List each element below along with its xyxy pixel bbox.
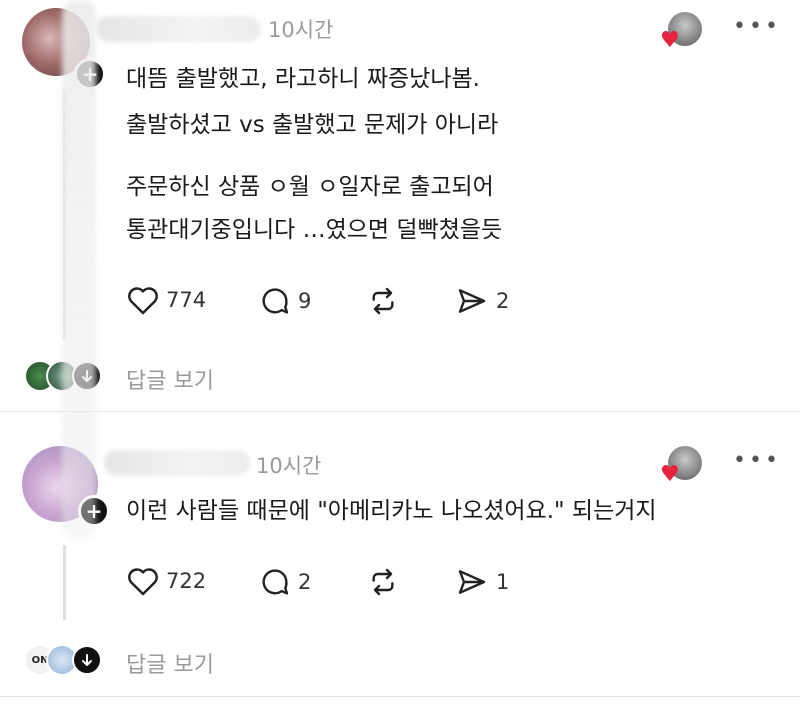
comment-count: 9 <box>298 289 312 313</box>
paper-plane-icon <box>458 570 486 594</box>
like-count: 774 <box>166 288 207 312</box>
share-button[interactable]: 1 <box>454 566 509 598</box>
author-name-redacted[interactable] <box>96 16 261 42</box>
heart-filled-icon: ♥ <box>660 28 680 53</box>
comment-text-line: 출발하셨고 vs 출발했고 문제가 아니라 <box>126 112 499 138</box>
like-count: 722 <box>166 569 207 593</box>
arrow-down-icon[interactable] <box>72 645 102 675</box>
view-replies-link[interactable]: 답글 보기 <box>126 647 214 679</box>
more-dots-icon[interactable]: ••• <box>733 14 781 39</box>
share-count: 1 <box>496 570 510 594</box>
paper-plane-icon <box>458 289 486 313</box>
comment-divider <box>0 696 800 697</box>
repost-button[interactable] <box>366 285 400 317</box>
heart-outline-icon <box>128 287 158 315</box>
share-button[interactable]: 2 <box>454 285 509 317</box>
comment-button[interactable]: 9 <box>258 285 311 317</box>
comment-button[interactable]: 2 <box>258 566 311 598</box>
share-count: 2 <box>496 289 510 313</box>
comment-time: 10시간 <box>268 18 334 42</box>
redaction-smear <box>62 0 96 540</box>
like-button[interactable]: 774 <box>126 285 206 315</box>
author-name-redacted[interactable] <box>104 450 250 476</box>
repost-button[interactable] <box>366 566 400 598</box>
repost-arrows-icon <box>372 287 394 315</box>
thread-line <box>63 545 66 620</box>
more-dots-icon[interactable]: ••• <box>733 448 781 473</box>
comment-text-line: 통관대기중입니다 …였으면 덜빡쳤을듯 <box>126 217 503 243</box>
comment-text-line: 이런 사람들 때문에 "아메리카노 나오셨어요." 되는거지 <box>126 498 657 524</box>
comment-count: 2 <box>298 570 312 594</box>
comment-text-line: 대뜸 출발했고, 라고하니 짜증났나봄. <box>126 66 480 92</box>
comment-text-line: 주문하신 상품 ㅇ월 ㅇ일자로 출고되어 <box>126 174 494 200</box>
comment-divider <box>0 411 800 412</box>
repost-arrows-icon <box>372 568 394 596</box>
speech-bubble-icon <box>262 569 289 595</box>
view-replies-link[interactable]: 답글 보기 <box>126 363 214 395</box>
heart-filled-icon: ♥ <box>660 462 680 487</box>
speech-bubble-icon <box>262 288 289 314</box>
heart-outline-icon <box>128 568 158 596</box>
like-button[interactable]: 722 <box>126 566 206 596</box>
comment-time: 10시간 <box>256 454 322 478</box>
